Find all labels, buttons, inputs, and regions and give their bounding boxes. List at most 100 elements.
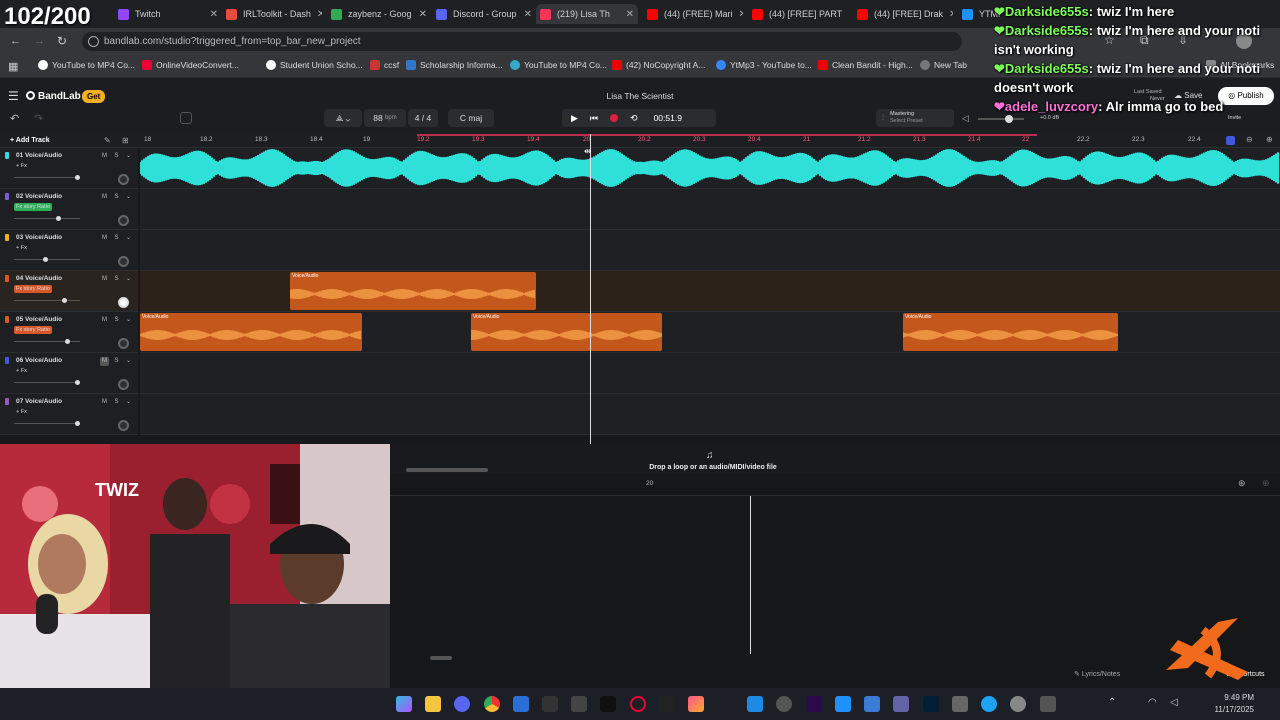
solo-button[interactable]: S xyxy=(112,275,121,284)
bookmark-item[interactable]: ccsf xyxy=(370,60,399,70)
mute-button[interactable]: M xyxy=(100,275,109,284)
master-volume-slider[interactable] xyxy=(978,115,1024,123)
tab-google[interactable]: zaybenz - Goog ✕ xyxy=(331,4,427,24)
pan-knob[interactable] xyxy=(118,215,129,226)
playhead[interactable] xyxy=(590,134,591,474)
slider-knob[interactable] xyxy=(62,298,67,303)
tab-youtube-2[interactable]: (44) [FREE] PART✕ xyxy=(752,4,848,24)
close-icon[interactable]: ✕ xyxy=(210,9,218,20)
slider-knob[interactable] xyxy=(65,339,70,344)
slider-knob[interactable] xyxy=(75,380,80,385)
app-icon[interactable] xyxy=(835,696,851,712)
loop-icon[interactable]: ⟲ xyxy=(630,113,638,124)
close-icon[interactable]: ✕ xyxy=(739,9,743,20)
chrome-icon[interactable] xyxy=(484,696,500,712)
track-volume-slider[interactable] xyxy=(14,216,80,221)
project-title[interactable]: Lisa The Scientist xyxy=(572,91,708,101)
app-icon[interactable] xyxy=(1040,696,1056,712)
opera-icon[interactable] xyxy=(630,696,646,712)
volume-icon[interactable]: ◁ xyxy=(962,113,969,124)
track-header[interactable]: 06 Voice/Audio + Fx M S ⌄ xyxy=(0,353,138,394)
tab-youtube-1[interactable]: (44) (FREE) Mari ✕ xyxy=(647,4,743,24)
track-name[interactable]: 07 Voice/Audio xyxy=(16,398,62,405)
key-selector[interactable]: C maj xyxy=(448,109,494,127)
bookmark-item[interactable]: YouTube to MP4 Co... xyxy=(510,60,607,70)
back-icon[interactable]: ← xyxy=(10,35,21,47)
solo-button[interactable]: S xyxy=(112,398,121,407)
pan-knob[interactable] xyxy=(118,297,129,308)
magnet-snap-icon[interactable] xyxy=(1226,136,1235,145)
track-lane[interactable] xyxy=(140,394,1280,435)
metronome-panel-icon[interactable] xyxy=(180,112,192,124)
bpm-display[interactable]: 88 bpm xyxy=(364,109,406,127)
tab-bandlab-active[interactable]: (219) Lisa Th ✕ xyxy=(536,4,638,24)
solo-button[interactable]: S xyxy=(112,152,121,161)
file-explorer-icon[interactable] xyxy=(425,696,441,712)
play-icon[interactable]: ▶ xyxy=(571,113,578,124)
zoom-icon[interactable]: ⊕ xyxy=(1238,478,1246,489)
mute-button[interactable]: M xyxy=(100,193,109,202)
slider-knob[interactable] xyxy=(75,421,80,426)
audio-clip[interactable]: Voice/Audio xyxy=(471,313,662,351)
track-fx-button[interactable]: + Fx xyxy=(14,367,29,375)
epic-games-icon[interactable] xyxy=(542,696,558,712)
track-name[interactable]: 03 Voice/Audio xyxy=(16,234,62,241)
track-volume-slider[interactable] xyxy=(14,175,80,180)
app-icon[interactable] xyxy=(952,696,968,712)
audio-clip[interactable]: Voice/Audio xyxy=(290,272,536,310)
discord-app-icon[interactable] xyxy=(454,696,470,712)
track-header[interactable]: 03 Voice/Audio + Fx M S ⌄ xyxy=(0,230,138,271)
track-name[interactable]: 02 Voice/Audio xyxy=(16,193,62,200)
bookmark-item[interactable]: Student Union Scho... xyxy=(266,60,363,70)
settings-gear-icon[interactable] xyxy=(1010,696,1026,712)
tuner-button[interactable]: ⟁ ⌄ xyxy=(324,109,362,127)
tiktok-icon[interactable] xyxy=(600,696,616,712)
get-membership-badge[interactable]: Get xyxy=(82,90,106,103)
add-track-button[interactable]: + Add Track xyxy=(10,137,50,144)
time-signature[interactable]: 4 / 4 xyxy=(408,109,438,127)
bookmark-item[interactable]: Clean Bandit - High... xyxy=(818,60,913,70)
track-name[interactable]: 06 Voice/Audio xyxy=(16,357,62,364)
track-volume-slider[interactable] xyxy=(14,298,80,303)
forward-icon[interactable]: → xyxy=(34,35,45,47)
instagram-icon[interactable] xyxy=(688,696,704,712)
track-header[interactable]: 05 Voice/Audio Fx story Ratio M S ⌄ xyxy=(0,312,138,353)
bookmark-item[interactable]: YouTube to MP4 Co... xyxy=(38,60,135,70)
slider-knob[interactable] xyxy=(1005,115,1013,123)
bookmark-item[interactable]: Scholarship Informa... xyxy=(406,60,503,70)
track-header[interactable]: 02 Voice/Audio Fx story Ratio M S ⌄ xyxy=(0,189,138,230)
timeline-ruler[interactable]: 18 18.2 18.3 18.4 19 19.2 19.3 19.4 20 20.2 20.3 20… xyxy=(140,134,1280,148)
solo-button[interactable]: S xyxy=(112,193,121,202)
app-icon[interactable] xyxy=(747,696,763,712)
mastering-selector[interactable]: ⫶ Mastering Select Preset xyxy=(876,109,954,127)
track-lane[interactable]: Voice/Audio xyxy=(140,271,1280,312)
track-lane[interactable] xyxy=(140,230,1280,271)
mute-button[interactable]: M xyxy=(100,234,109,243)
bottom-scrollbar[interactable] xyxy=(430,656,452,660)
audio-clip[interactable]: Voice/Audio xyxy=(903,313,1118,351)
reload-icon[interactable]: ↻ xyxy=(57,34,67,48)
app-icon[interactable] xyxy=(513,696,529,712)
app-icon[interactable] xyxy=(981,696,997,712)
bookmark-item[interactable]: (42) NoCopyright A... xyxy=(612,60,705,70)
pan-knob[interactable] xyxy=(118,420,129,431)
mute-button[interactable]: M xyxy=(100,398,109,407)
track-lane[interactable] xyxy=(140,189,1280,230)
slider-knob[interactable] xyxy=(43,257,48,262)
solo-button[interactable]: S xyxy=(112,357,121,366)
undo-icon[interactable]: ↶ xyxy=(10,112,19,125)
track-volume-slider[interactable] xyxy=(14,257,80,262)
obs-icon[interactable] xyxy=(776,696,792,712)
zoom-in-icon[interactable]: ⊕ xyxy=(1266,135,1273,144)
premiere-icon[interactable] xyxy=(806,696,822,712)
tab-youtube-3[interactable]: (44) [FREE] Drak ✕ xyxy=(857,4,953,24)
pan-knob[interactable] xyxy=(118,379,129,390)
slider-knob[interactable] xyxy=(75,175,80,180)
chevron-down-icon[interactable]: ⌄ xyxy=(124,316,133,325)
chevron-down-icon[interactable]: ⌄ xyxy=(124,275,133,284)
grid-settings-icon[interactable]: ⊞ xyxy=(122,136,129,145)
tab-discord[interactable]: Discord - Group ✕ xyxy=(436,4,532,24)
chevron-down-icon[interactable]: ⌄ xyxy=(124,193,133,202)
pan-knob[interactable] xyxy=(118,338,129,349)
close-icon[interactable]: ✕ xyxy=(419,9,427,20)
